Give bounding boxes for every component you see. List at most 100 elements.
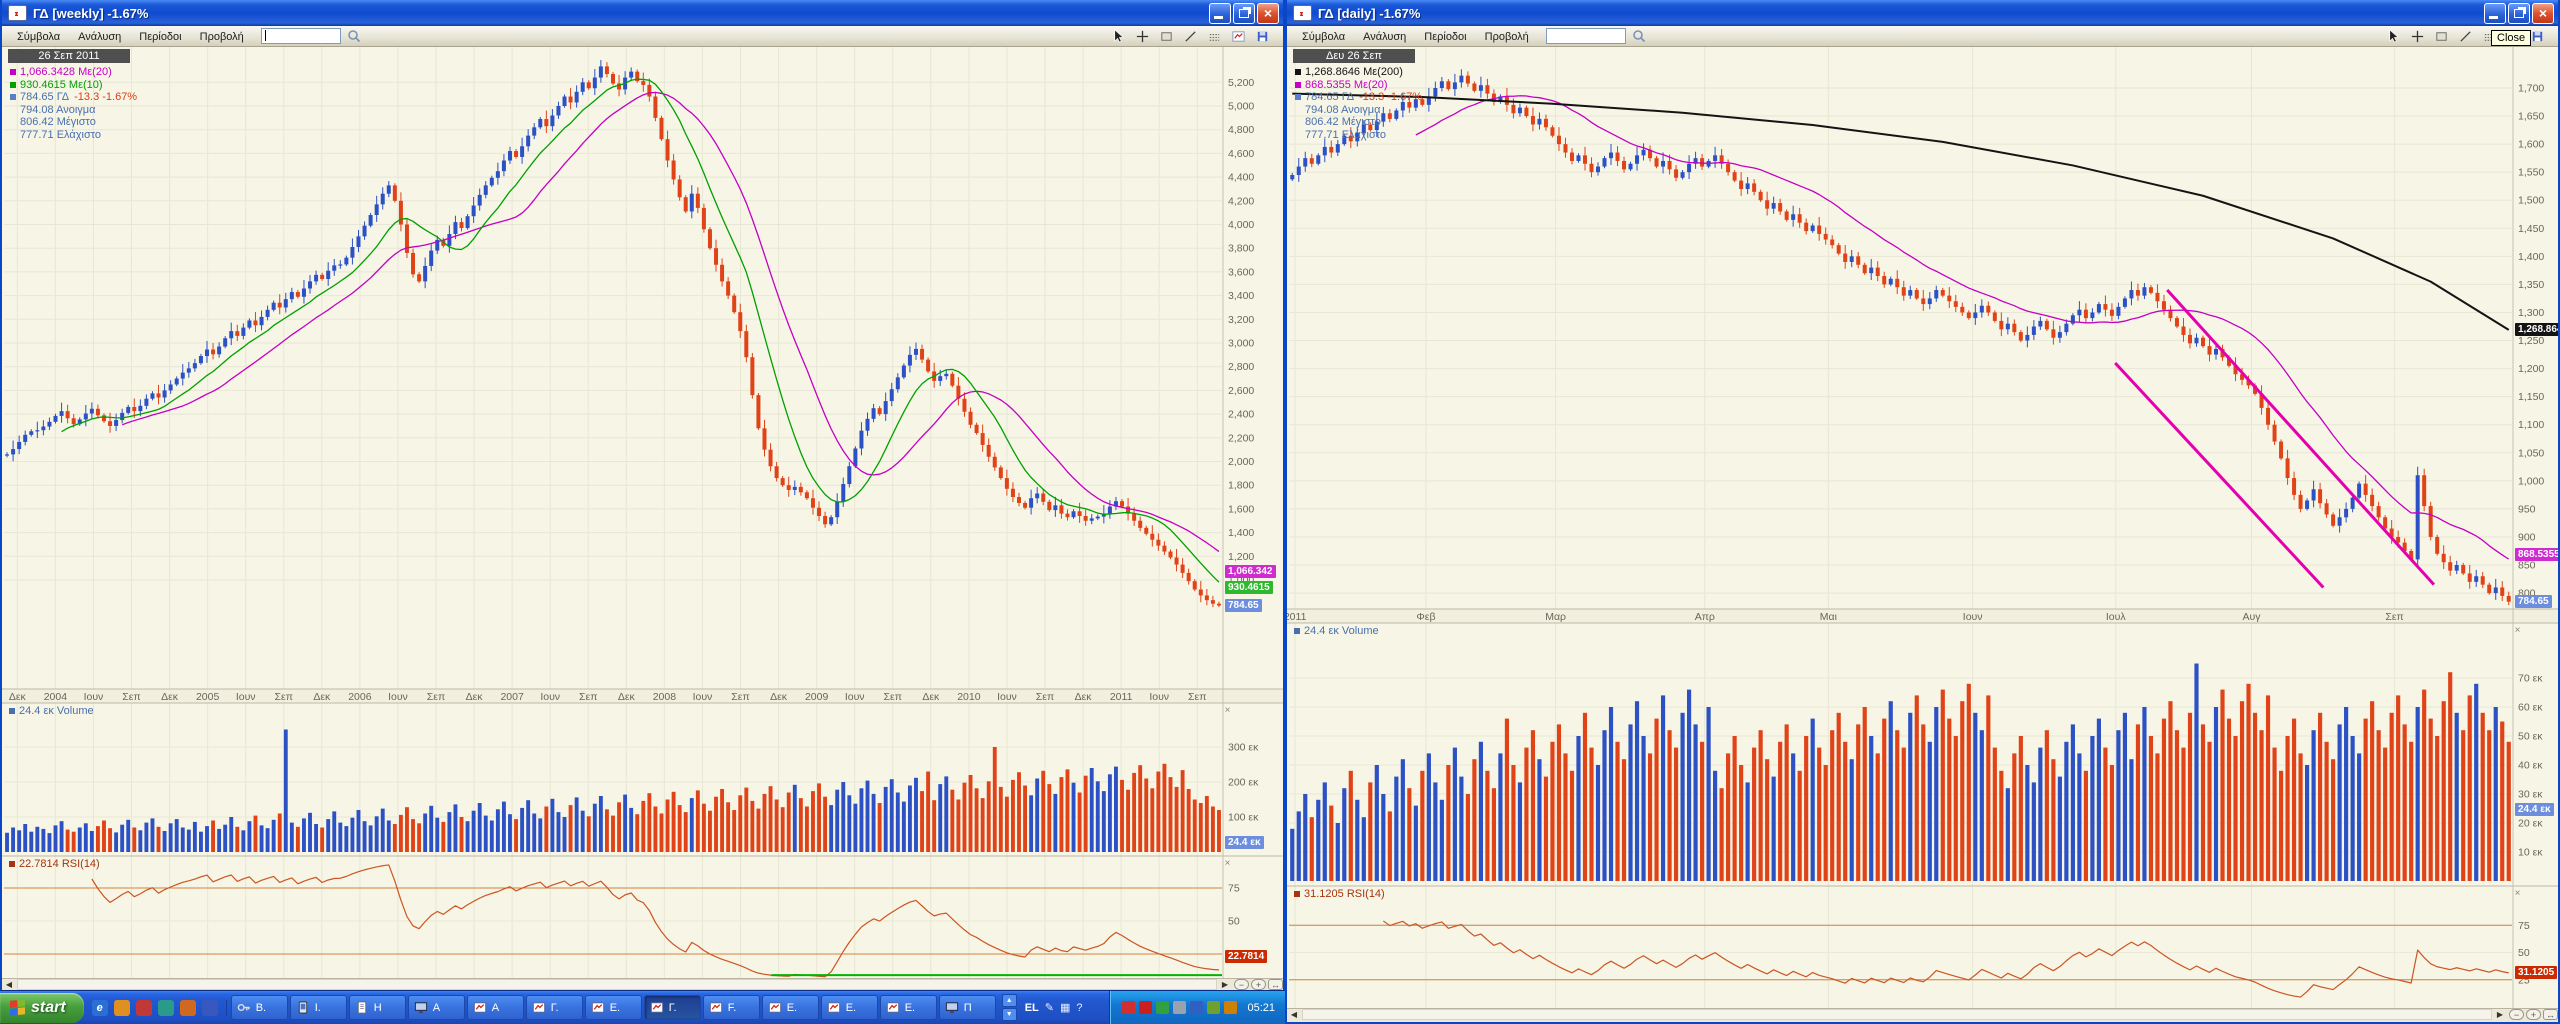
svg-text:3,400: 3,400 bbox=[1228, 290, 1254, 302]
taskbar-window-button[interactable]: A bbox=[408, 995, 465, 1020]
zoom-out-button[interactable]: − bbox=[2509, 1009, 2524, 1020]
taskbar-scroll-up-button[interactable]: ▲ bbox=[1002, 994, 1017, 1007]
trendline-icon[interactable] bbox=[1180, 27, 1201, 46]
taskbar-scroll-down-button[interactable]: ▼ bbox=[1002, 1008, 1017, 1021]
zoom-reset-button[interactable]: ↔ bbox=[2543, 1009, 2558, 1020]
menu-analysis[interactable]: Ανάλυση bbox=[1354, 29, 1415, 45]
close-button[interactable]: × bbox=[1257, 3, 1279, 24]
globe-app-icon[interactable] bbox=[158, 1000, 174, 1016]
taskbar-window-button[interactable]: Γ. bbox=[526, 995, 583, 1020]
scrollbar-track[interactable] bbox=[17, 979, 1217, 990]
chart-area[interactable]: 1,0001,2001,4001,6001,8002,0002,2002,400… bbox=[2, 47, 1283, 979]
keyboard-icon[interactable]: ▦ bbox=[1060, 1001, 1070, 1014]
search-icon[interactable] bbox=[1632, 29, 1646, 43]
zoom-out-button[interactable]: − bbox=[1234, 979, 1249, 990]
save-icon[interactable] bbox=[1252, 27, 1273, 46]
chart-icon bbox=[767, 1000, 783, 1015]
svg-text:2011: 2011 bbox=[1287, 611, 1307, 623]
menu-periods[interactable]: Περίοδοι bbox=[1415, 29, 1475, 45]
taskbar-window-button[interactable]: E. bbox=[585, 995, 642, 1020]
rectangle-icon[interactable] bbox=[1156, 27, 1177, 46]
crosshair-icon[interactable] bbox=[2407, 27, 2428, 46]
rectangle-icon[interactable] bbox=[2431, 27, 2452, 46]
menu-periods[interactable]: Περίοδοι bbox=[130, 29, 190, 45]
search-icon[interactable] bbox=[347, 29, 361, 43]
svg-text:2008: 2008 bbox=[653, 691, 677, 703]
shield-icon[interactable] bbox=[1139, 1001, 1152, 1014]
alert-icon[interactable] bbox=[1122, 1001, 1135, 1014]
titlebar[interactable]: ΓΔ [weekly] -1.67% × bbox=[2, 0, 1283, 26]
taskbar-window-button[interactable]: E. bbox=[821, 995, 878, 1020]
folder-app-icon[interactable] bbox=[202, 1000, 218, 1016]
chat-icon[interactable] bbox=[1156, 1001, 1169, 1014]
pointer-icon[interactable] bbox=[1108, 27, 1129, 46]
svg-text:Ιουν: Ιουν bbox=[845, 691, 865, 703]
task-button-label: E. bbox=[610, 1002, 620, 1014]
taskbar-window-button[interactable]: A bbox=[467, 995, 524, 1020]
internet-explorer-icon[interactable]: e bbox=[92, 1000, 108, 1016]
mini-chart-icon[interactable] bbox=[1228, 27, 1249, 46]
taskbar-window-button[interactable]: Γ. bbox=[644, 995, 701, 1020]
language-indicator[interactable]: EL bbox=[1025, 1002, 1039, 1014]
restore-button[interactable] bbox=[2508, 3, 2530, 24]
start-button[interactable]: start bbox=[0, 993, 84, 1023]
mail-app-icon[interactable] bbox=[180, 1000, 196, 1016]
volume-icon[interactable] bbox=[1173, 1001, 1186, 1014]
svg-text:850: 850 bbox=[2518, 560, 2536, 572]
pointer-icon[interactable] bbox=[2383, 27, 2404, 46]
taskbar-window-button[interactable]: F. bbox=[703, 995, 760, 1020]
svg-text:1,400: 1,400 bbox=[1228, 527, 1254, 539]
taskbar-window-button[interactable]: Ι. bbox=[290, 995, 347, 1020]
taskbar-window-button[interactable]: Π bbox=[939, 995, 996, 1020]
zoom-in-button[interactable]: + bbox=[1251, 979, 1266, 990]
trendline-icon[interactable] bbox=[2455, 27, 2476, 46]
pen-icon[interactable]: ✎ bbox=[1045, 1001, 1054, 1014]
taskbar-window-button[interactable]: B. bbox=[231, 995, 288, 1020]
taskbar-window-button[interactable]: H bbox=[349, 995, 406, 1020]
symbol-search-input[interactable] bbox=[1546, 28, 1626, 44]
update-icon[interactable] bbox=[1207, 1001, 1220, 1014]
svg-text:4,600: 4,600 bbox=[1228, 148, 1254, 160]
menu-view[interactable]: Προβολή bbox=[1476, 29, 1538, 45]
battery-icon[interactable] bbox=[1224, 1001, 1237, 1014]
minimize-button[interactable] bbox=[1209, 3, 1231, 24]
price-chart-canvas[interactable]: 1,0001,2001,4001,6001,8002,0002,2002,400… bbox=[2, 47, 1283, 979]
restore-button[interactable] bbox=[1233, 3, 1255, 24]
menu-analysis[interactable]: Ανάλυση bbox=[69, 29, 130, 45]
panel-close-icon[interactable]: × bbox=[1222, 706, 1233, 717]
close-button[interactable]: × bbox=[2532, 3, 2554, 24]
svg-text:Ιουν: Ιουν bbox=[84, 691, 104, 703]
price-chart-canvas[interactable]: 8008509009501,0001,0501,1001,1501,2001,2… bbox=[1287, 47, 2558, 1009]
svg-text:1,000: 1,000 bbox=[2518, 475, 2544, 487]
chart-area[interactable]: 8008509009501,0001,0501,1001,1501,2001,2… bbox=[1287, 47, 2558, 1009]
zoom-in-button[interactable]: + bbox=[2526, 1009, 2541, 1020]
panel-close-icon[interactable]: × bbox=[2512, 626, 2523, 637]
zoom-reset-button[interactable]: ↔ bbox=[1268, 979, 1283, 990]
crosshair-icon[interactable] bbox=[1132, 27, 1153, 46]
menu-symbols[interactable]: Σύμβολα bbox=[8, 29, 69, 45]
symbol-search-input[interactable] bbox=[261, 28, 341, 44]
scroll-left-button[interactable]: ◀ bbox=[2, 979, 16, 990]
grid-dots-icon[interactable] bbox=[1204, 27, 1225, 46]
titlebar[interactable]: ΓΔ [daily] -1.67% × bbox=[1287, 0, 2558, 26]
svg-text:Σεπ: Σεπ bbox=[884, 691, 902, 703]
svg-text:2,400: 2,400 bbox=[1228, 409, 1254, 421]
menu-view[interactable]: Προβολή bbox=[191, 29, 253, 45]
taskbar-window-button[interactable]: E. bbox=[762, 995, 819, 1020]
clock-app-icon[interactable] bbox=[114, 1000, 130, 1016]
monitor-icon bbox=[413, 1000, 429, 1015]
svg-text:1,350: 1,350 bbox=[2518, 279, 2544, 291]
minimize-button[interactable] bbox=[2484, 3, 2506, 24]
panel-close-icon[interactable]: × bbox=[2512, 889, 2523, 900]
scroll-right-button[interactable]: ▶ bbox=[2493, 1009, 2507, 1020]
taskbar-window-button[interactable]: E. bbox=[880, 995, 937, 1020]
scroll-left-button[interactable]: ◀ bbox=[1287, 1009, 1301, 1020]
scrollbar-track[interactable] bbox=[1302, 1009, 2492, 1020]
panel-close-icon[interactable]: × bbox=[1222, 859, 1233, 870]
media-app-icon[interactable] bbox=[136, 1000, 152, 1016]
network-icon[interactable] bbox=[1190, 1001, 1203, 1014]
svg-text:4,200: 4,200 bbox=[1228, 195, 1254, 207]
menu-symbols[interactable]: Σύμβολα bbox=[1293, 29, 1354, 45]
scroll-right-button[interactable]: ▶ bbox=[1218, 979, 1232, 990]
help-icon[interactable]: ? bbox=[1076, 1002, 1082, 1014]
